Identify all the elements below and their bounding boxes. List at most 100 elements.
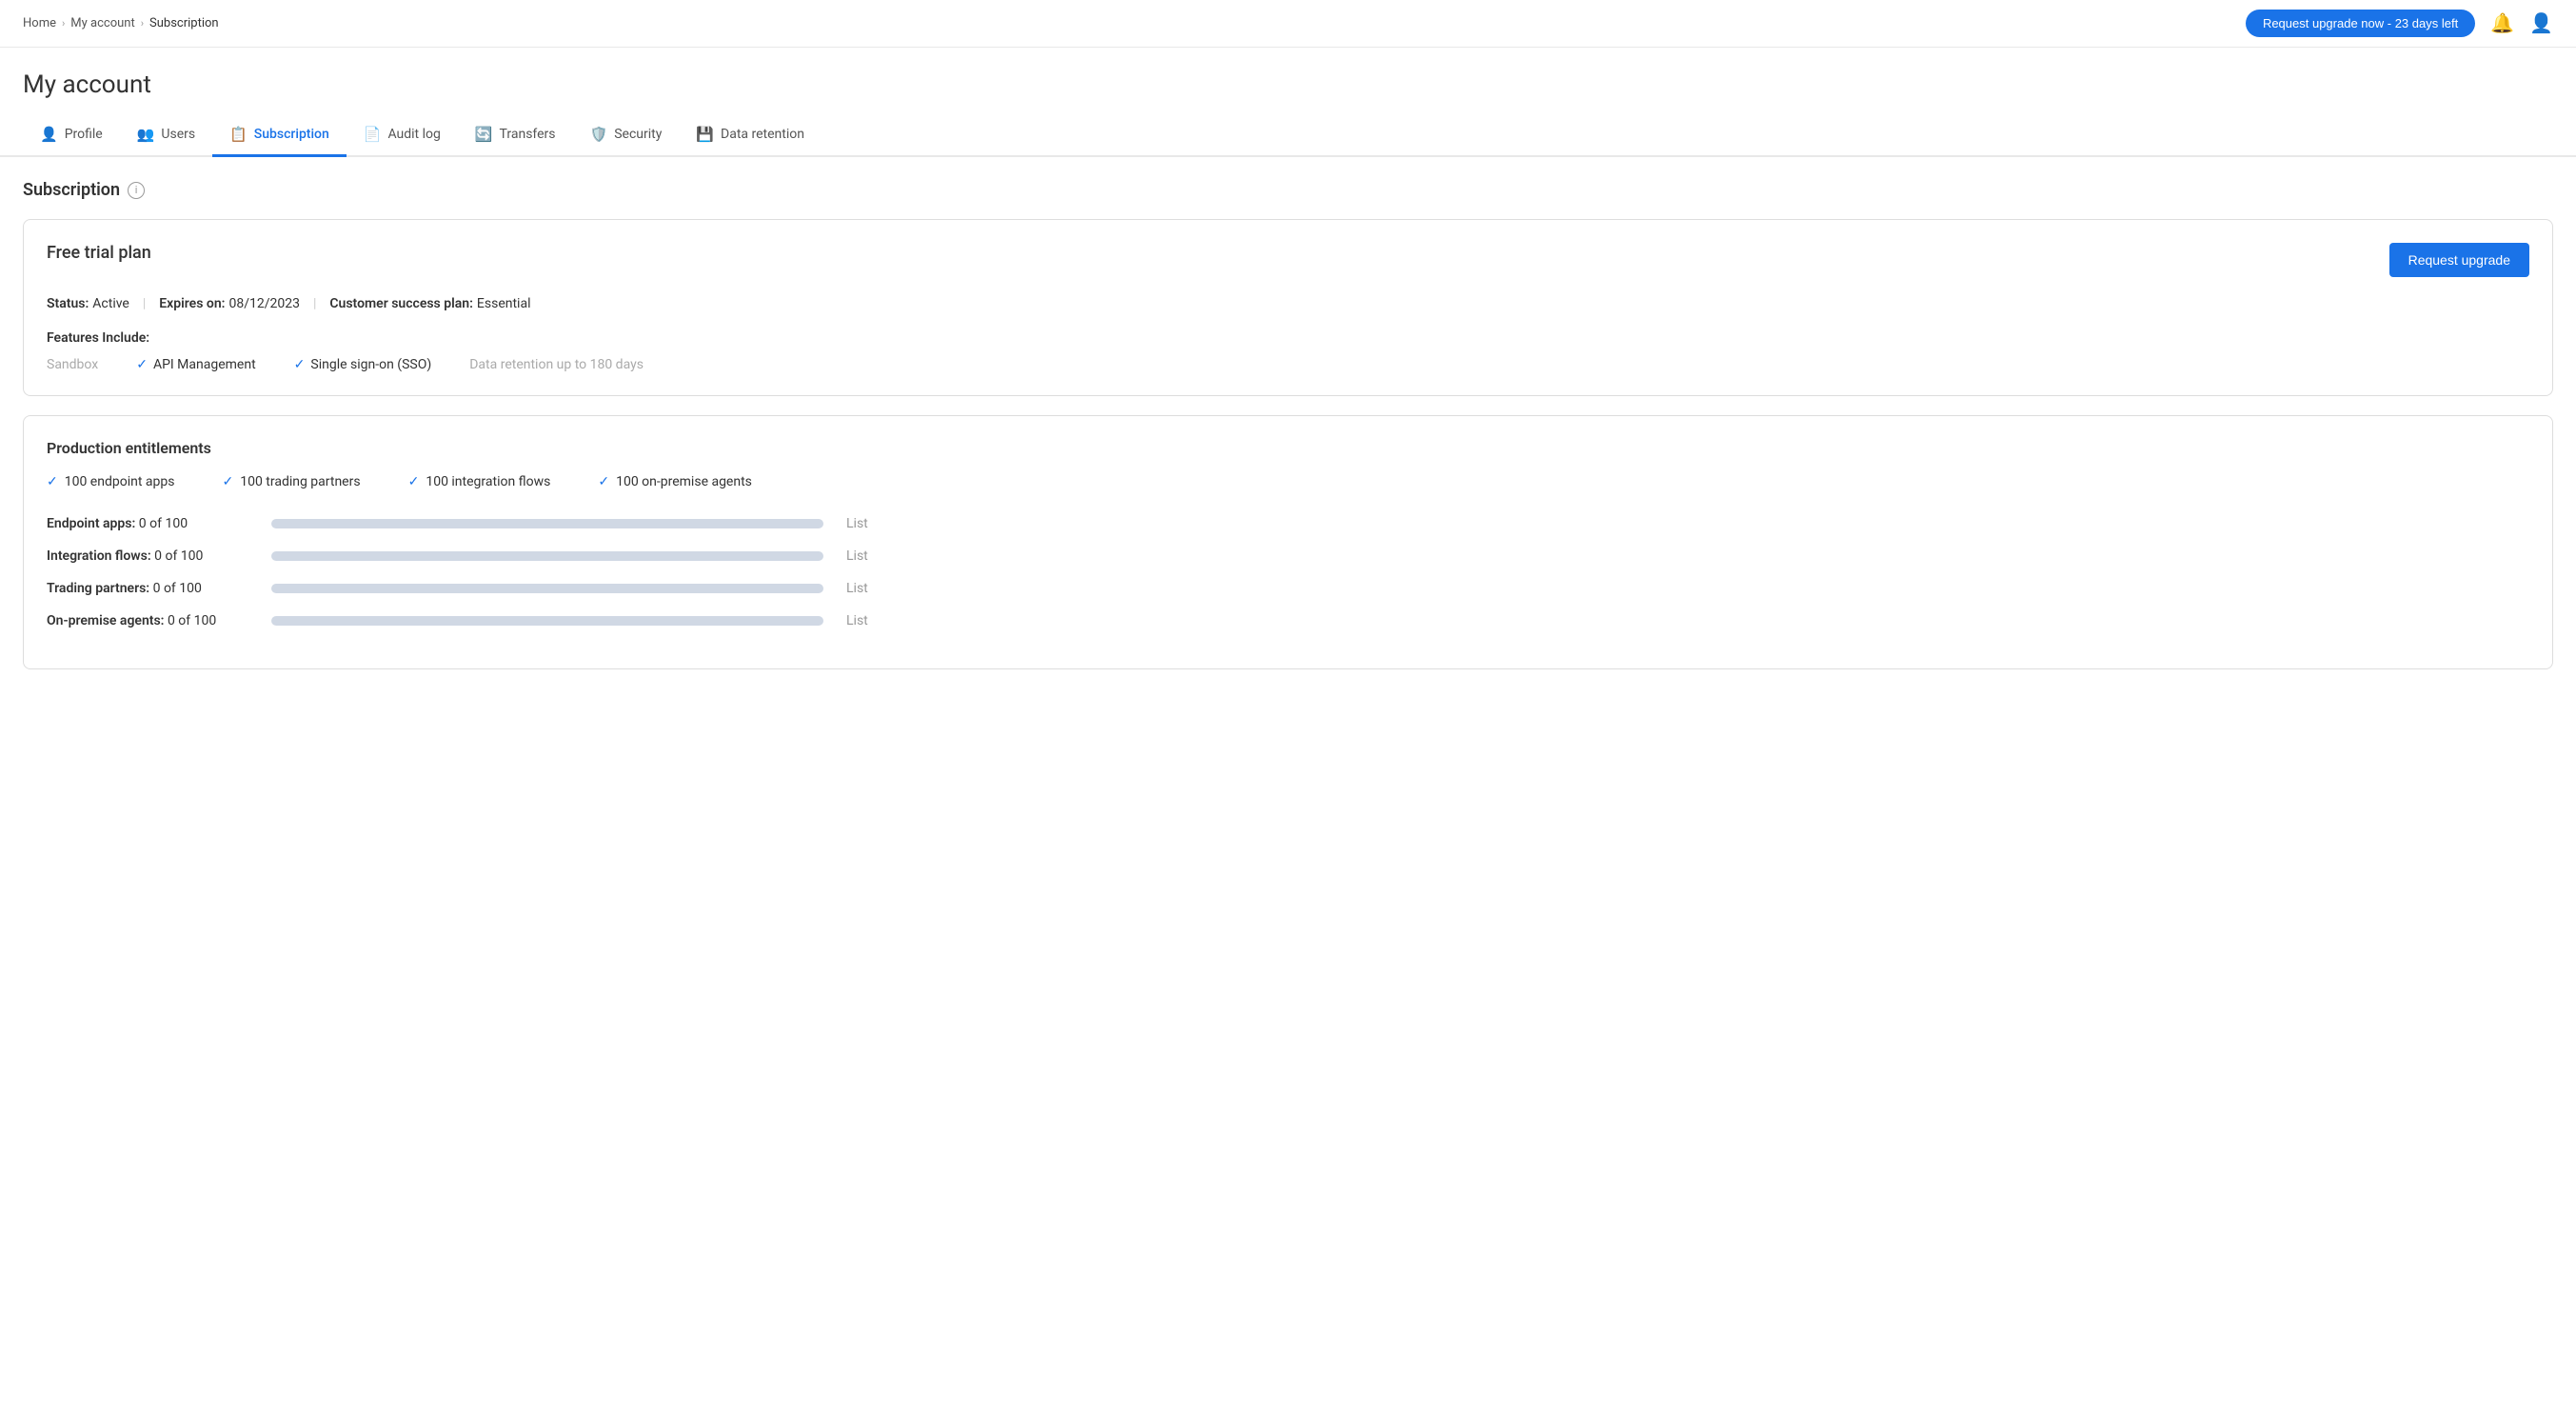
meta-sep-1: | xyxy=(143,296,146,311)
progress-bar-container-onpremise xyxy=(271,616,823,626)
topbar: Home › My account › Subscription Request… xyxy=(0,0,2576,48)
check-icon-integration: ✓ xyxy=(408,474,420,489)
tab-security[interactable]: 🛡️ Security xyxy=(573,114,680,157)
list-link-integration[interactable]: List xyxy=(846,548,868,564)
customer-success-item: Customer success plan: Essential xyxy=(329,296,530,311)
feature-api-management: ✓ API Management xyxy=(136,357,255,372)
users-icon: 👥 xyxy=(137,126,155,143)
trial-meta: Status: Active | Expires on: 08/12/2023 … xyxy=(47,296,2529,311)
tab-dataretention-label: Data retention xyxy=(721,127,804,142)
data-retention-label: Data retention up to 180 days xyxy=(469,357,644,372)
status-value: Active xyxy=(92,296,129,311)
auditlog-icon: 📄 xyxy=(364,126,382,143)
list-link-trading[interactable]: List xyxy=(846,581,868,596)
list-link-endpoint[interactable]: List xyxy=(846,516,868,531)
status-item: Status: Active xyxy=(47,296,129,311)
progress-bar-container-endpoint xyxy=(271,519,823,528)
entitlement-trading-partners: ✓ 100 trading partners xyxy=(222,474,360,489)
user-icon: 👤 xyxy=(2529,11,2553,35)
page-title-area: My account xyxy=(0,48,2576,114)
entitlement-onpremise-agents: ✓ 100 on-premise agents xyxy=(598,474,752,489)
usage-row-onpremise-agents: On-premise agents: 0 of 100 List xyxy=(47,613,2529,628)
customer-success-value: Essential xyxy=(477,296,531,311)
sso-label: Single sign-on (SSO) xyxy=(310,357,431,372)
customer-success-label: Customer success plan: xyxy=(329,296,473,311)
entitlement-onpremise-label: 100 on-premise agents xyxy=(616,474,752,489)
user-account-button[interactable]: 👤 xyxy=(2529,11,2553,35)
section-header: Subscription i xyxy=(23,180,2553,200)
tab-users[interactable]: 👥 Users xyxy=(120,114,212,157)
check-icon-endpoint: ✓ xyxy=(47,474,58,489)
status-label: Status: xyxy=(47,296,89,311)
nav-tabs: 👤 Profile 👥 Users 📋 Subscription 📄 Audit… xyxy=(0,114,2576,157)
entitlement-trading-label: 100 trading partners xyxy=(240,474,360,489)
entitlements-list: ✓ 100 endpoint apps ✓ 100 trading partne… xyxy=(47,474,2529,489)
breadcrumb: Home › My account › Subscription xyxy=(23,16,219,30)
tab-auditlog[interactable]: 📄 Audit log xyxy=(347,114,458,157)
usage-label-trading-partners: Trading partners: 0 of 100 xyxy=(47,581,256,596)
breadcrumb-home[interactable]: Home xyxy=(23,16,56,30)
feature-sandbox: Sandbox xyxy=(47,357,98,372)
progress-bar-container-trading xyxy=(271,584,823,593)
feature-data-retention: Data retention up to 180 days xyxy=(469,357,644,372)
check-icon-sso: ✓ xyxy=(294,357,306,372)
free-trial-card: Free trial plan Request upgrade Status: … xyxy=(23,219,2553,396)
usage-label-endpoint-apps: Endpoint apps: 0 of 100 xyxy=(47,516,256,531)
entitlement-integration-flows: ✓ 100 integration flows xyxy=(408,474,551,489)
profile-icon: 👤 xyxy=(40,126,58,143)
entitlement-integration-label: 100 integration flows xyxy=(426,474,550,489)
breadcrumb-myaccount[interactable]: My account xyxy=(70,16,134,30)
expires-label: Expires on: xyxy=(159,296,225,311)
feature-sso: ✓ Single sign-on (SSO) xyxy=(294,357,432,372)
plan-title: Free trial plan xyxy=(47,243,151,263)
usage-row-endpoint-apps: Endpoint apps: 0 of 100 List xyxy=(47,516,2529,531)
entitlement-endpoint-label: 100 endpoint apps xyxy=(65,474,175,489)
usage-label-onpremise-agents: On-premise agents: 0 of 100 xyxy=(47,613,256,628)
breadcrumb-current: Subscription xyxy=(149,16,219,30)
usage-row-trading-partners: Trading partners: 0 of 100 List xyxy=(47,581,2529,596)
tab-auditlog-label: Audit log xyxy=(387,127,440,142)
entitlement-endpoint-apps: ✓ 100 endpoint apps xyxy=(47,474,174,489)
progress-bar-container-integration xyxy=(271,551,823,561)
list-link-onpremise[interactable]: List xyxy=(846,613,868,628)
tab-transfers[interactable]: 🔄 Transfers xyxy=(458,114,573,157)
page-title: My account xyxy=(23,70,2553,99)
sandbox-label: Sandbox xyxy=(47,357,98,372)
tab-transfers-label: Transfers xyxy=(500,127,556,142)
tab-profile[interactable]: 👤 Profile xyxy=(23,114,120,157)
tab-subscription[interactable]: 📋 Subscription xyxy=(212,114,347,157)
expires-item: Expires on: 08/12/2023 xyxy=(159,296,300,311)
tab-subscription-label: Subscription xyxy=(254,127,329,142)
bell-icon: 🔔 xyxy=(2490,11,2514,35)
api-management-label: API Management xyxy=(153,357,256,372)
tab-profile-label: Profile xyxy=(65,127,103,142)
tab-users-label: Users xyxy=(161,127,195,142)
upgrade-now-button[interactable]: Request upgrade now - 23 days left xyxy=(2246,10,2475,37)
subscription-icon: 📋 xyxy=(229,126,248,143)
check-icon-api: ✓ xyxy=(136,357,148,372)
usage-row-integration-flows: Integration flows: 0 of 100 List xyxy=(47,548,2529,564)
notifications-button[interactable]: 🔔 xyxy=(2490,11,2514,35)
dataretention-icon: 💾 xyxy=(696,126,714,143)
entitlements-card: Production entitlements ✓ 100 endpoint a… xyxy=(23,415,2553,669)
main-content: Subscription i Free trial plan Request u… xyxy=(0,157,2576,711)
section-title: Subscription xyxy=(23,180,120,200)
trial-card-header: Free trial plan Request upgrade xyxy=(47,243,2529,277)
tab-dataretention[interactable]: 💾 Data retention xyxy=(679,114,822,157)
info-icon[interactable]: i xyxy=(128,182,145,199)
check-icon-trading: ✓ xyxy=(222,474,233,489)
usage-label-integration-flows: Integration flows: 0 of 100 xyxy=(47,548,256,564)
meta-sep-2: | xyxy=(313,296,316,311)
breadcrumb-sep-1: › xyxy=(62,17,65,30)
features-label: Features Include: xyxy=(47,330,2529,346)
entitlements-title: Production entitlements xyxy=(47,439,2529,457)
check-icon-onpremise: ✓ xyxy=(598,474,609,489)
transfers-icon: 🔄 xyxy=(475,126,493,143)
tab-security-label: Security xyxy=(614,127,662,142)
security-icon: 🛡️ xyxy=(590,126,608,143)
breadcrumb-sep-2: › xyxy=(141,17,144,30)
request-upgrade-button[interactable]: Request upgrade xyxy=(2389,243,2529,277)
features-list: Sandbox ✓ API Management ✓ Single sign-o… xyxy=(47,357,2529,372)
expires-value: 08/12/2023 xyxy=(228,296,300,311)
topbar-right: Request upgrade now - 23 days left 🔔 👤 xyxy=(2246,10,2553,37)
